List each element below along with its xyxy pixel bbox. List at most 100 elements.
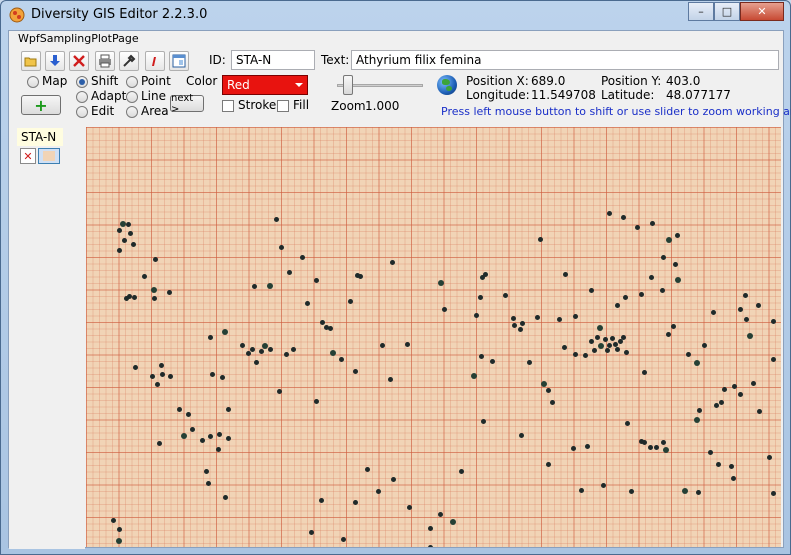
id-field[interactable]: STA-N [231, 50, 315, 70]
plant-point[interactable] [675, 277, 681, 283]
plant-point[interactable] [666, 332, 671, 337]
plant-point[interactable] [546, 462, 551, 467]
plant-point[interactable] [557, 317, 562, 322]
plant-point[interactable] [663, 447, 669, 453]
next-button[interactable]: next > [170, 93, 204, 115]
edit-button[interactable] [145, 51, 165, 71]
plant-point[interactable] [478, 295, 483, 300]
plant-point[interactable] [479, 354, 484, 359]
plant-point[interactable] [267, 283, 273, 289]
plant-point[interactable] [661, 440, 666, 445]
plant-point[interactable] [217, 432, 222, 437]
plant-point[interactable] [353, 369, 358, 374]
close-button[interactable]: ✕ [740, 2, 784, 21]
plant-point[interactable] [220, 375, 225, 380]
plant-point[interactable] [204, 469, 209, 474]
plant-point[interactable] [226, 407, 231, 412]
plant-point[interactable] [694, 417, 700, 423]
plant-point[interactable] [511, 316, 516, 321]
plant-point[interactable] [153, 257, 158, 262]
plant-point[interactable] [268, 347, 273, 352]
plant-point[interactable] [300, 255, 305, 260]
map-radio[interactable] [27, 76, 39, 88]
plant-point[interactable] [642, 440, 647, 445]
point-radio[interactable] [126, 76, 138, 88]
plant-point[interactable] [309, 530, 314, 535]
plant-point[interactable] [642, 370, 647, 375]
plant-point[interactable] [722, 387, 727, 392]
plant-point[interactable] [117, 527, 122, 532]
plant-point[interactable] [512, 323, 517, 328]
plant-point[interactable] [589, 339, 594, 344]
plant-point[interactable] [124, 296, 129, 301]
plant-point[interactable] [694, 360, 700, 366]
plant-point[interactable] [428, 526, 433, 531]
plant-point[interactable] [442, 307, 447, 312]
plant-point[interactable] [624, 350, 629, 355]
plant-point[interactable] [743, 293, 748, 298]
plant-point[interactable] [562, 345, 567, 350]
plant-point[interactable] [731, 476, 736, 481]
color-select[interactable]: Red [222, 75, 308, 95]
plant-point[interactable] [621, 215, 626, 220]
plant-point[interactable] [738, 392, 743, 397]
plant-point[interactable] [190, 427, 195, 432]
plant-point[interactable] [519, 433, 524, 438]
plant-point[interactable] [673, 262, 678, 267]
plant-point[interactable] [287, 270, 292, 275]
plant-point[interactable] [324, 325, 329, 330]
plant-point[interactable] [571, 446, 576, 451]
plant-point[interactable] [250, 347, 255, 352]
fill-checkbox[interactable] [277, 100, 289, 112]
plant-point[interactable] [767, 455, 772, 460]
plot-swatch-icon[interactable] [38, 148, 60, 164]
minimize-button[interactable]: – [688, 2, 714, 21]
plant-point[interactable] [150, 374, 155, 379]
plant-point[interactable] [696, 490, 701, 495]
plant-point[interactable] [607, 343, 612, 348]
plant-point[interactable] [155, 382, 160, 387]
delete-button[interactable] [69, 51, 89, 71]
title-bar[interactable]: Diversity GIS Editor 2.2.3.0 – □ ✕ [1, 1, 790, 29]
plant-point[interactable] [729, 464, 734, 469]
plant-point[interactable] [771, 357, 776, 362]
plant-point[interactable] [629, 489, 634, 494]
plant-point[interactable] [660, 288, 665, 293]
plant-point[interactable] [438, 512, 443, 517]
plant-point[interactable] [592, 348, 597, 353]
stroke-checkbox[interactable] [222, 100, 234, 112]
plant-point[interactable] [675, 233, 680, 238]
plant-point[interactable] [585, 444, 590, 449]
plant-point[interactable] [751, 381, 756, 386]
plant-point[interactable] [274, 217, 279, 222]
plant-point[interactable] [390, 260, 395, 265]
plant-point[interactable] [168, 374, 173, 379]
plant-point[interactable] [546, 388, 551, 393]
plant-point[interactable] [481, 419, 486, 424]
plant-point[interactable] [597, 325, 603, 331]
plant-point[interactable] [541, 381, 547, 387]
plant-point[interactable] [490, 359, 495, 364]
plant-point[interactable] [246, 351, 251, 356]
edit-radio[interactable] [76, 106, 88, 118]
plant-point[interactable] [157, 441, 162, 446]
plant-point[interactable] [589, 288, 594, 293]
plant-point[interactable] [649, 275, 654, 280]
settings-tools-button[interactable] [119, 51, 139, 71]
globe-icon[interactable] [437, 75, 457, 95]
menu-item-sampling-plot-page[interactable]: WpfSamplingPlotPage [18, 32, 139, 45]
plant-point[interactable] [339, 357, 344, 362]
zoom-slider-thumb[interactable] [343, 75, 353, 95]
plant-point[interactable] [348, 299, 353, 304]
maximize-button[interactable]: □ [714, 2, 740, 21]
plant-point[interactable] [210, 372, 215, 377]
plant-point[interactable] [771, 491, 776, 496]
plant-point[interactable] [319, 498, 324, 503]
plant-point[interactable] [126, 222, 131, 227]
plant-point[interactable] [744, 317, 749, 322]
plant-point[interactable] [603, 337, 608, 342]
plant-point[interactable] [459, 469, 464, 474]
plant-point[interactable] [538, 237, 543, 242]
plant-point[interactable] [671, 324, 676, 329]
plant-point[interactable] [407, 505, 412, 510]
